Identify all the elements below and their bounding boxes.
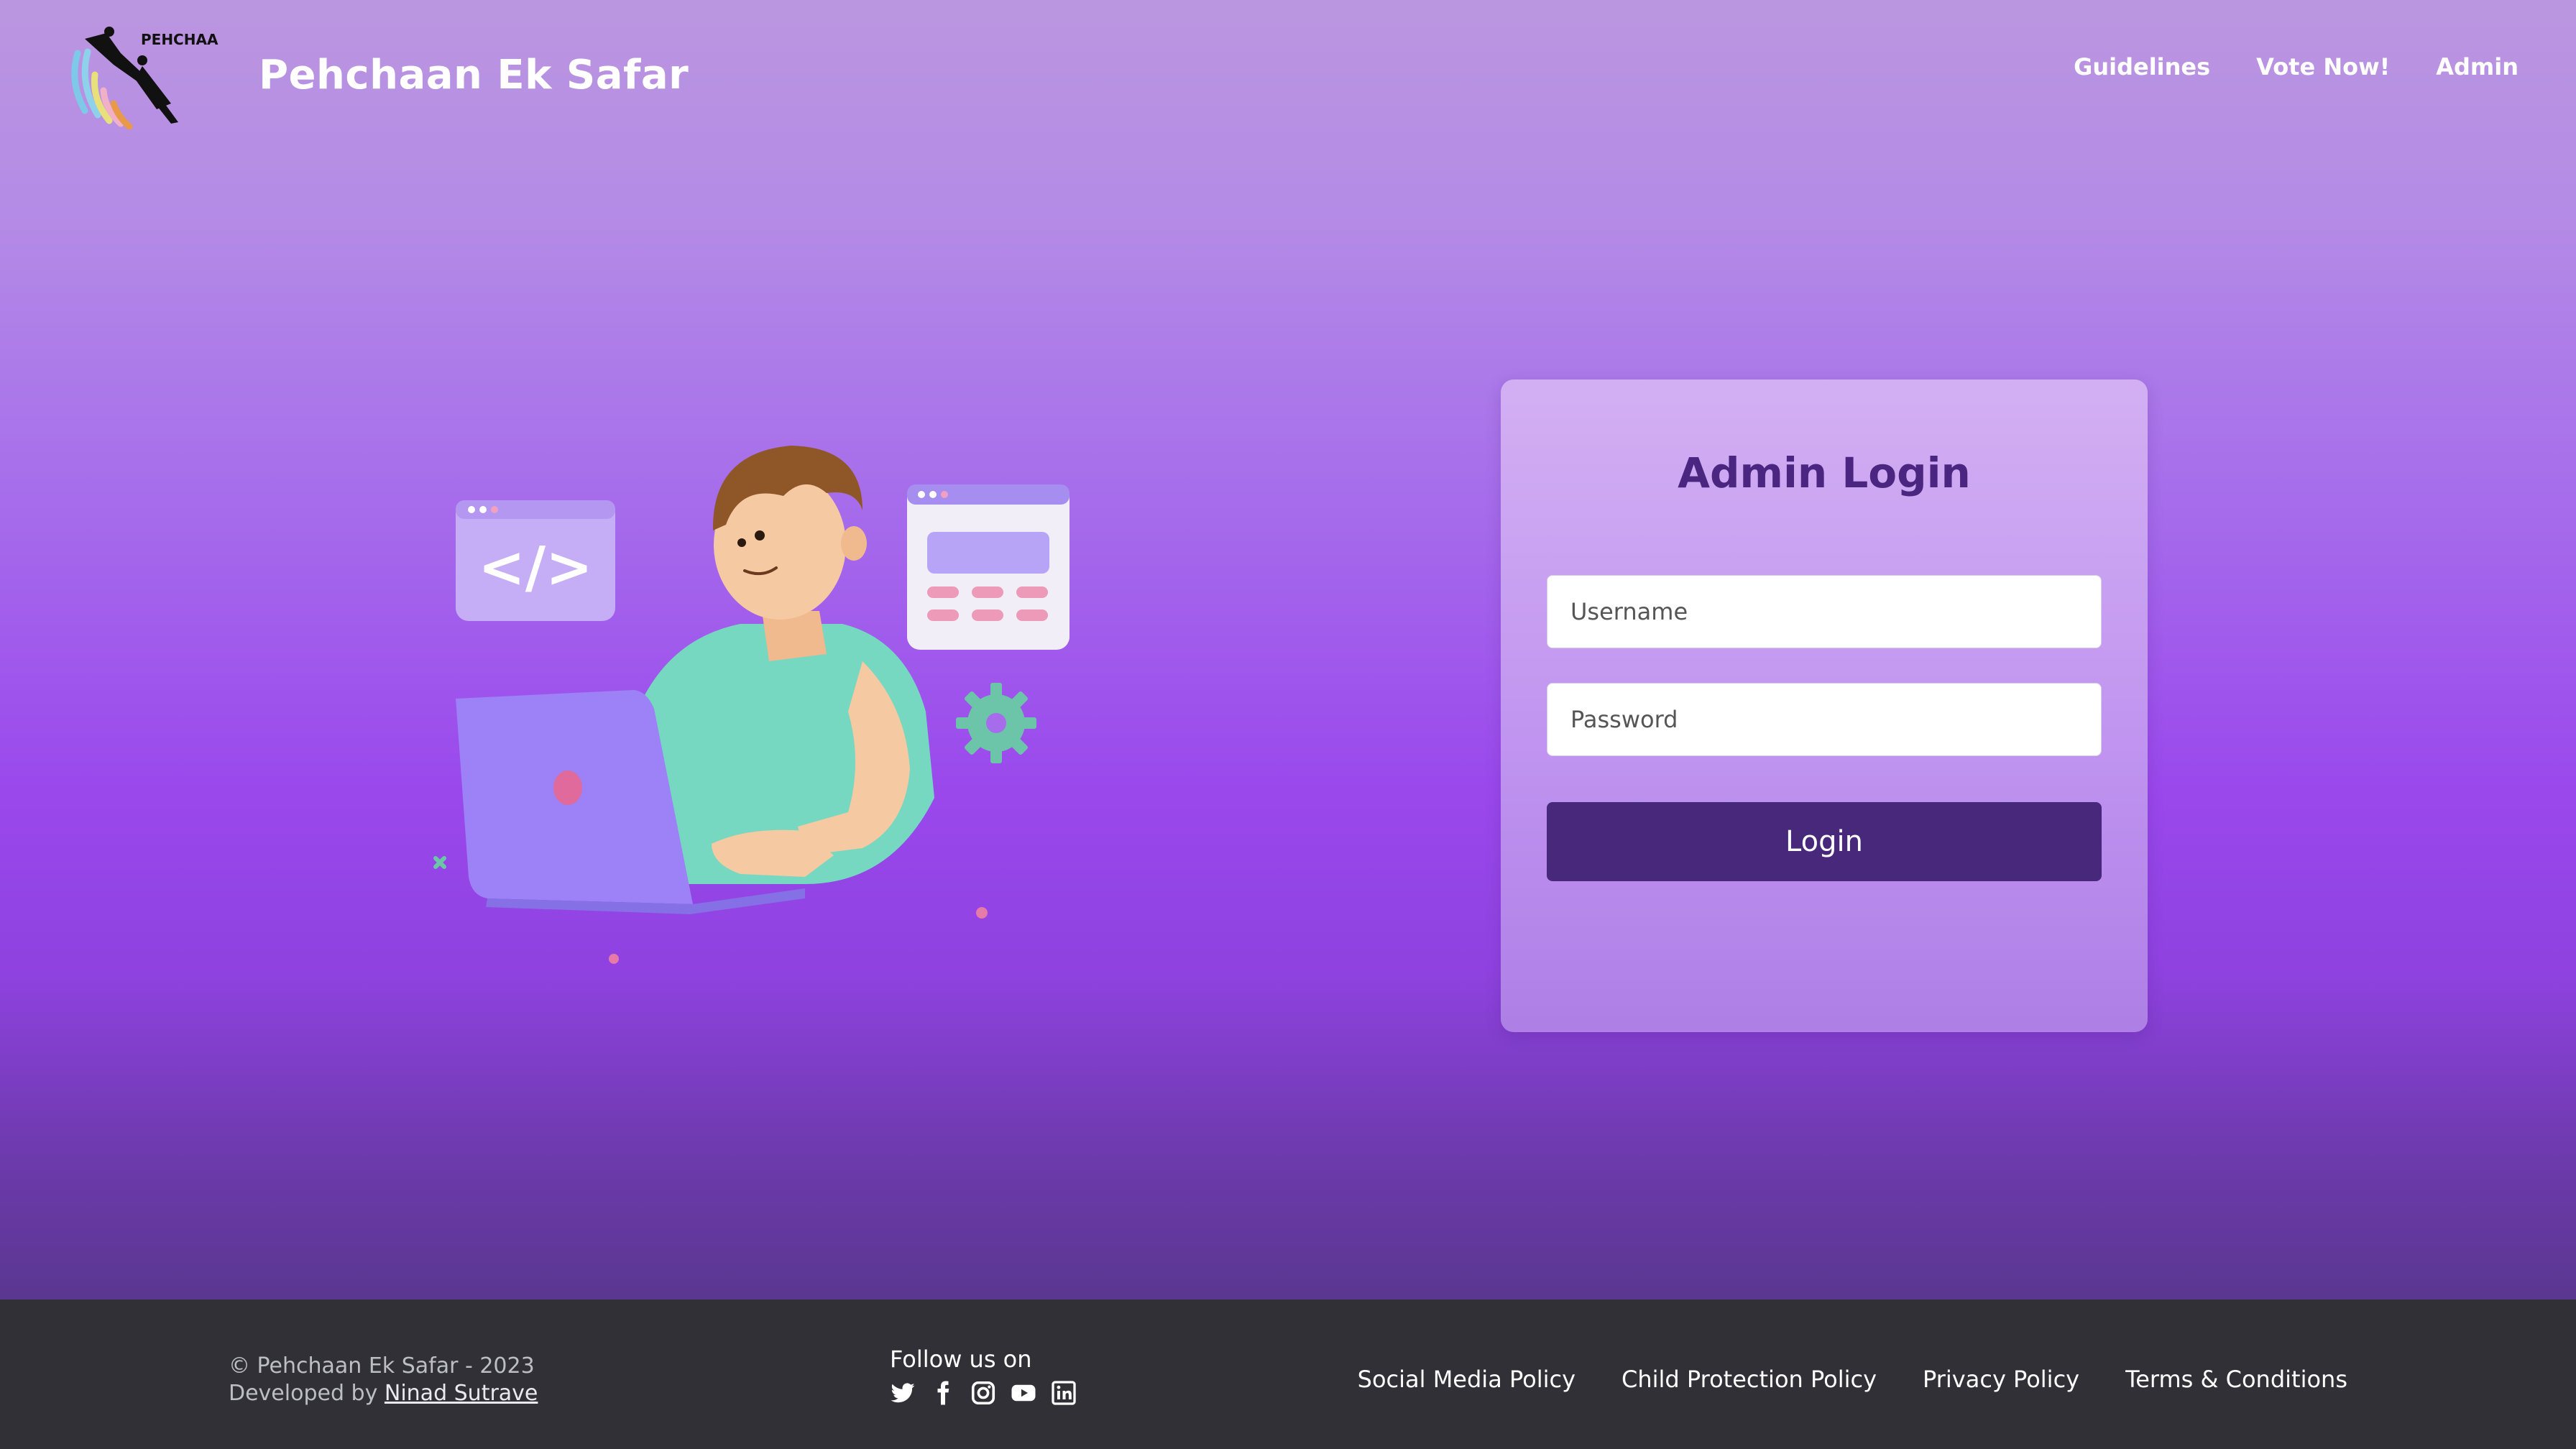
developed-by-line: Developed by Ninad Sutrave <box>229 1380 538 1407</box>
nav-vote-now[interactable]: Vote Now! <box>2256 53 2390 80</box>
site-footer: © Pehchaan Ek Safar - 2023 Developed by … <box>0 1300 2576 1449</box>
admin-login-title: Admin Login <box>1678 448 1971 497</box>
youtube-icon[interactable] <box>1011 1380 1036 1406</box>
facebook-icon[interactable] <box>930 1380 956 1406</box>
developer-link[interactable]: Ninad Sutrave <box>385 1381 538 1406</box>
nav-admin[interactable]: Admin <box>2436 53 2518 80</box>
code-window-graphic: </> <box>456 500 615 621</box>
password-input[interactable] <box>1547 683 2102 756</box>
footer-link-terms-conditions[interactable]: Terms & Conditions <box>2125 1366 2347 1393</box>
footer-copyright: © Pehchaan Ek Safar - 2023 Developed by … <box>229 1353 538 1407</box>
svg-text:</>: </> <box>478 535 592 600</box>
linkedin-icon[interactable] <box>1051 1380 1077 1406</box>
footer-link-privacy-policy[interactable]: Privacy Policy <box>1923 1366 2079 1393</box>
social-icons <box>890 1380 1077 1406</box>
svg-text:PEHCHAAN: PEHCHAAN <box>141 31 218 48</box>
developer-illustration: </> <box>433 446 1070 964</box>
follow-us-label: Follow us on <box>890 1346 1032 1373</box>
login-button[interactable]: Login <box>1547 802 2102 881</box>
admin-login-card: Admin Login Login <box>1501 380 2148 1032</box>
footer-links: Social Media Policy Child Protection Pol… <box>1358 1366 2347 1393</box>
dashboard-window-graphic <box>907 484 1070 650</box>
twitter-icon[interactable] <box>890 1380 916 1406</box>
username-input[interactable] <box>1547 575 2102 648</box>
instagram-icon[interactable] <box>970 1380 996 1406</box>
developed-by-label: Developed by <box>229 1381 378 1406</box>
top-nav: Guidelines Vote Now! Admin <box>2074 53 2518 80</box>
site-brand-title[interactable]: Pehchaan Ek Safar <box>259 52 689 98</box>
gear-icon <box>956 683 1036 763</box>
footer-link-social-media-policy[interactable]: Social Media Policy <box>1358 1366 1576 1393</box>
nav-guidelines[interactable]: Guidelines <box>2074 53 2210 80</box>
page-background: PEHCHAAN Pehchaan Ek Safar Guidelines Vo… <box>0 0 2576 1300</box>
copyright-text: © Pehchaan Ek Safar - 2023 <box>229 1353 535 1379</box>
pehchaan-logo[interactable]: PEHCHAAN <box>63 24 218 134</box>
footer-link-child-protection-policy[interactable]: Child Protection Policy <box>1622 1366 1877 1393</box>
